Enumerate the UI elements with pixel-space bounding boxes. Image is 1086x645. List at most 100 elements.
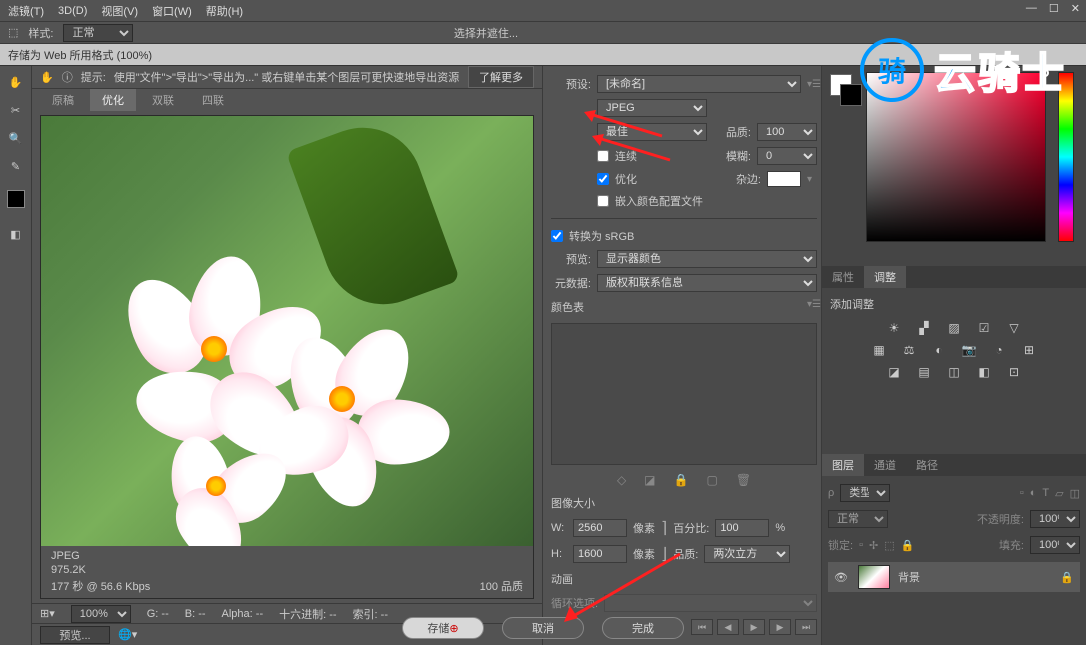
menu-3d[interactable]: 3D(D) [58,5,87,17]
minimize-icon[interactable]: — [1026,2,1037,15]
tab-original[interactable]: 原稿 [40,89,86,111]
anim-prev-icon[interactable]: ◀ [717,619,739,635]
tab-layers[interactable]: 图层 [822,454,864,476]
quality-preset-select[interactable]: 最佳 [597,123,707,141]
select-and-mask-button[interactable]: 选择并遮住... [454,25,518,41]
tab-2up[interactable]: 双联 [140,89,186,111]
maximize-icon[interactable]: ☐ [1049,2,1059,15]
width-input[interactable] [573,519,627,537]
marquee-icon[interactable]: ⬚ [8,26,18,39]
lock-position-icon[interactable]: ✢ [869,539,878,552]
tab-optimized[interactable]: 优化 [90,89,136,111]
toggle-icon[interactable]: ◧ [6,224,26,244]
adj-levels-icon[interactable]: ▞ [914,320,934,336]
adj-bw-icon[interactable]: ◐ [929,342,949,358]
menu-help[interactable]: 帮助(H) [206,3,243,19]
hue-slider[interactable] [1058,72,1074,242]
menu-view[interactable]: 视图(V) [101,3,138,19]
ct-new-icon[interactable]: ▢ [706,473,717,487]
preview-select[interactable]: 显示器颜色 [597,250,817,268]
browser-icon[interactable]: 🌐▾ [118,628,137,641]
bg-swatch[interactable] [840,84,862,106]
adj-exposure-icon[interactable]: ☑ [974,320,994,336]
preview-image[interactable] [41,116,533,546]
layer-thumbnail[interactable] [858,565,890,589]
done-button[interactable]: 完成 [602,617,684,639]
resample-select[interactable]: 两次立方 [704,545,790,563]
learn-more-button[interactable]: 了解更多 [468,66,534,88]
adj-curves-icon[interactable]: ▨ [944,320,964,336]
cancel-button[interactable]: 取消 [502,617,584,639]
filter-pixel-icon[interactable]: ▫ [1020,487,1024,499]
adj-gradient-icon[interactable]: ◧ [974,364,994,380]
preset-select[interactable]: [未命名] [597,75,801,93]
filter-smart-icon[interactable]: ◫ [1070,487,1080,500]
ct-diamond-icon[interactable]: ◇ [617,473,626,487]
zoom-tool-icon[interactable]: 🔍 [6,128,26,148]
adj-lookup-icon[interactable]: ⊞ [1019,342,1039,358]
visibility-icon[interactable]: 👁 [834,571,850,584]
layer-row-background[interactable]: 👁 背景 🔒 [828,562,1080,592]
filter-adj-icon[interactable]: ◐ [1030,487,1037,499]
anim-first-icon[interactable]: ⏮ [691,619,713,635]
blur-select[interactable]: 0 [757,147,817,165]
foreground-swatch[interactable] [7,190,25,208]
ct-shift-icon[interactable]: ◪ [644,473,655,487]
adj-posterize-icon[interactable]: ▤ [914,364,934,380]
adj-invert-icon[interactable]: ◪ [884,364,904,380]
matte-color[interactable] [767,171,801,187]
filter-type-icon[interactable]: T [1042,487,1049,499]
quality-value-select[interactable]: 100 [757,123,817,141]
hand-tool-icon[interactable]: ✋ [6,72,26,92]
fill-select[interactable]: 100% [1030,536,1080,554]
lock-artboard-icon[interactable]: ⬚ [884,539,894,552]
colortable-menu-icon[interactable]: ▾☰ [807,299,817,315]
preset-menu-icon[interactable]: ▾☰ [807,79,817,90]
adj-threshold-icon[interactable]: ◫ [944,364,964,380]
tab-channels[interactable]: 通道 [864,454,906,476]
nav-icon[interactable]: ⊞▾ [40,607,55,620]
document-tab[interactable]: 存储为 Web 所用格式 (100%) [8,47,152,63]
adj-vibrance-icon[interactable]: ▽ [1004,320,1024,336]
embed-profile-checkbox[interactable] [597,195,609,207]
height-input[interactable] [573,545,627,563]
slice-tool-icon[interactable]: ✂ [6,100,26,120]
ct-lock-icon[interactable]: 🔒 [674,473,689,487]
progressive-checkbox[interactable] [597,150,609,162]
tab-adjustments[interactable]: 调整 [864,266,906,288]
save-button[interactable]: 存储⊕ [402,617,484,639]
convert-srgb-checkbox[interactable] [551,230,563,242]
color-table[interactable] [551,323,817,465]
anim-next-icon[interactable]: ▶ [769,619,791,635]
color-field[interactable] [866,72,1046,242]
filter-shape-icon[interactable]: ▱ [1055,487,1063,500]
style-select[interactable]: 正常 [63,24,133,42]
adj-selective-icon[interactable]: ⊡ [1004,364,1024,380]
tab-paths[interactable]: 路径 [906,454,948,476]
opacity-select[interactable]: 100% [1030,510,1080,528]
tab-properties[interactable]: 属性 [822,266,864,288]
preview-button[interactable]: 预览... [40,626,110,644]
adj-hue-icon[interactable]: ▦ [869,342,889,358]
tab-4up[interactable]: 四联 [190,89,236,111]
ct-trash-icon[interactable]: 🗑 [736,473,751,487]
zoom-select[interactable]: 100% [71,605,131,623]
menu-filter[interactable]: 滤镜(T) [8,3,44,19]
adj-mixer-icon[interactable]: ◔ [989,342,1009,358]
eyedropper-tool-icon[interactable]: ✎ [6,156,26,176]
h-label: H: [551,548,567,560]
adj-brightness-icon[interactable]: ☀ [884,320,904,336]
adj-balance-icon[interactable]: ⚖ [899,342,919,358]
menu-window[interactable]: 窗口(W) [152,3,192,19]
close-icon[interactable]: ✕ [1071,2,1080,15]
optimized-checkbox[interactable] [597,173,609,185]
adj-filter-icon[interactable]: 📷 [959,342,979,358]
lock-all-icon[interactable]: 🔒 [901,539,915,552]
percent-input[interactable] [715,519,769,537]
lock-pixels-icon[interactable]: ▫ [859,539,863,551]
format-select[interactable]: JPEG [597,99,707,117]
layer-kind-select[interactable]: 类型 [840,484,890,502]
metadata-select[interactable]: 版权和联系信息 [597,274,817,292]
anim-last-icon[interactable]: ⏭ [795,619,817,635]
anim-play-icon[interactable]: ▶ [743,619,765,635]
